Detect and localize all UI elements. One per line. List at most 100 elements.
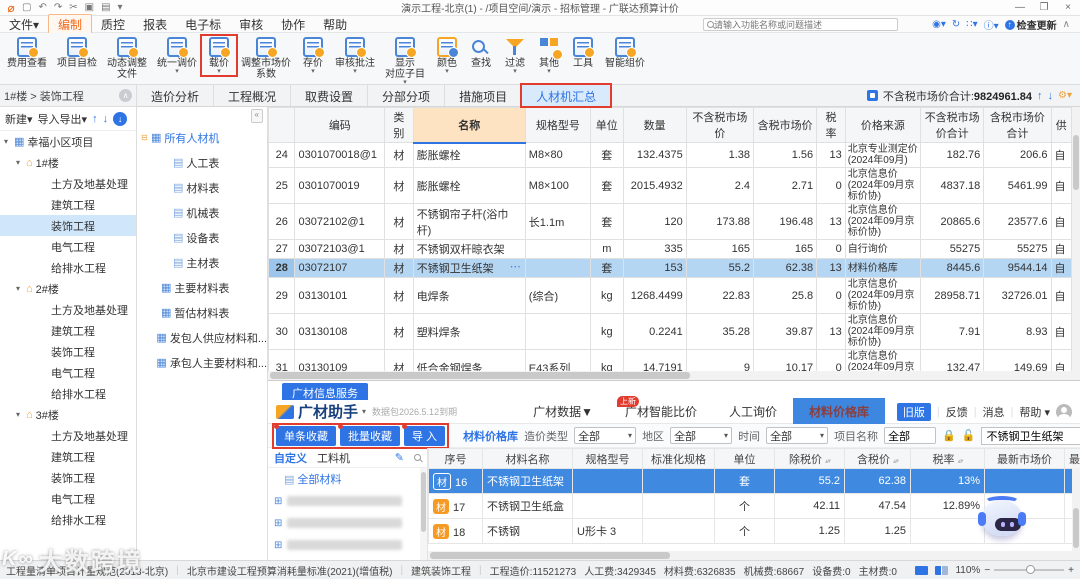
column-header[interactable]: 最新市场价 xyxy=(984,448,1065,469)
info-icon[interactable]: ⓘ▾ xyxy=(984,17,999,32)
project-tree-item[interactable]: 电气工程 xyxy=(0,362,136,383)
assistant-tab[interactable]: 人工询价 xyxy=(713,398,793,425)
function-search-input[interactable] xyxy=(714,19,894,30)
library-item[interactable]: ⊞ xyxy=(268,534,427,556)
worksheet-tab[interactable]: 造价分析 xyxy=(137,85,215,106)
summary-tree-item[interactable]: 暂估材料表 xyxy=(137,300,267,325)
edit-pencil-icon[interactable]: ✎ xyxy=(395,451,404,464)
summary-tree-item[interactable]: 主材表 xyxy=(137,250,267,275)
ribbon-button[interactable]: 其他 ▾ xyxy=(532,36,566,75)
material-row[interactable]: 27 03072103@1 材 不锈钢双杆晾衣架 m 335 165 165 0… xyxy=(268,239,1073,259)
column-header[interactable]: 含税市场价 xyxy=(752,107,818,143)
help-link[interactable]: 帮助 ▾ xyxy=(1019,404,1050,420)
ribbon-button[interactable]: 项目自检 xyxy=(52,36,102,70)
column-header[interactable]: 除税价 ▴▾ xyxy=(774,448,845,469)
check-update-button[interactable]: ↑ 检查更新 xyxy=(1004,17,1057,32)
menu-item[interactable]: 质控 xyxy=(92,15,134,34)
collect-single-button[interactable]: 单条收藏 xyxy=(274,423,336,446)
material-row[interactable]: 29 03130101 材 电焊条 (综合) kg 1268.4499 22.8… xyxy=(268,277,1073,314)
column-header[interactable] xyxy=(268,107,296,143)
sync-icon[interactable]: ↻ xyxy=(952,19,960,30)
worksheet-tab[interactable]: 分部分项 xyxy=(368,85,446,106)
project-tree-item[interactable]: 装饰工程 xyxy=(0,215,136,236)
ribbon-button[interactable]: 查找 xyxy=(464,36,498,70)
assistant-tab[interactable]: 上新 广材智能比价 xyxy=(609,396,713,425)
panel-collapse-icon[interactable]: ∧ xyxy=(119,89,132,102)
gc-info-service-tab[interactable]: 广材信息服务 xyxy=(282,383,368,400)
material-row[interactable]: 30 03130108 材 塑料焊条 kg 0.2241 35.28 39.87… xyxy=(268,313,1073,350)
column-header[interactable]: 规格型号 xyxy=(572,448,643,469)
column-header[interactable]: 最新 xyxy=(1064,448,1080,469)
import-button[interactable]: 导 入 xyxy=(401,423,446,446)
ribbon-button[interactable]: 颜色 ▾ xyxy=(430,36,464,75)
menu-item[interactable]: 帮助 xyxy=(314,15,356,34)
download-icon[interactable]: ↓ xyxy=(113,111,128,126)
region-select[interactable]: 全部 xyxy=(670,427,733,444)
price-row[interactable]: 材 16 不锈钢卫生纸架 套 55.2 62.38 13% xyxy=(428,468,1080,494)
zoom-slider-track[interactable] xyxy=(994,565,1065,574)
column-header[interactable]: 名称 xyxy=(412,107,526,144)
column-header[interactable]: 不含税市场价合计 xyxy=(920,107,985,143)
column-header[interactable]: 编码 xyxy=(294,107,386,143)
library-item[interactable]: ⊞ xyxy=(268,490,427,512)
project-tree-item[interactable]: 给排水工程 xyxy=(0,509,136,530)
unlock-icon[interactable]: 🔓 xyxy=(962,429,976,442)
project-tree-item[interactable]: ▾ 3#楼 xyxy=(0,404,136,425)
column-header[interactable]: 单位 xyxy=(589,107,624,143)
more-icon[interactable]: ⋯ xyxy=(510,260,522,273)
tab-custom[interactable]: 自定义 xyxy=(274,450,307,466)
ribbon-button[interactable]: 载价 ▾ xyxy=(200,34,238,77)
sort-icon[interactable]: ▴▾ xyxy=(893,458,899,465)
worksheet-tab[interactable]: 工程概况 xyxy=(214,85,292,106)
minimize-button[interactable]: — xyxy=(1008,2,1032,13)
column-header[interactable]: 类别 xyxy=(384,107,414,143)
project-tree-item[interactable]: ▾ 1#楼 xyxy=(0,152,136,173)
column-header[interactable]: 价格来源 xyxy=(844,107,922,143)
close-button[interactable]: × xyxy=(1056,2,1080,13)
redo-icon[interactable]: ↷ xyxy=(54,2,62,13)
summary-tree-item[interactable]: 机械表 xyxy=(137,200,267,225)
horizontal-scrollbar[interactable] xyxy=(428,551,1072,560)
summary-tree-item[interactable]: 发包人供应材料和... xyxy=(137,325,267,350)
next-icon[interactable]: ↓ xyxy=(1048,90,1054,102)
summary-tree-item[interactable]: 人工表 xyxy=(137,150,267,175)
project-tree-item[interactable]: 装饰工程 xyxy=(0,341,136,362)
library-item[interactable]: ⊞ xyxy=(268,512,427,534)
gc-assistant-brand[interactable]: 广材助手 ▾ xyxy=(276,401,366,422)
column-header[interactable]: 规格型号 xyxy=(524,107,591,143)
project-tree-item[interactable]: 建筑工程 xyxy=(0,446,136,467)
menu-item[interactable]: 协作 xyxy=(272,15,314,34)
time-select[interactable]: 全部 xyxy=(766,427,829,444)
settings-gear-icon[interactable]: ⚙▾ xyxy=(1058,90,1072,101)
column-header[interactable]: 序号 xyxy=(428,448,483,469)
material-row[interactable]: 24 0301070018@1 材 膨胀螺栓 M8×80 套 132.4375 … xyxy=(268,142,1073,168)
menu-item[interactable]: 审核 xyxy=(230,15,272,34)
undo-icon[interactable]: ↶ xyxy=(38,2,46,13)
library-item[interactable]: 全部材料 xyxy=(268,468,427,490)
assistant-tab[interactable]: 材料价格库 xyxy=(793,398,886,425)
column-header[interactable]: 含税价 ▴▾ xyxy=(844,448,911,469)
cost-type-select[interactable]: 全部 xyxy=(574,427,637,444)
column-header[interactable]: 供 xyxy=(1050,107,1073,143)
summary-tree-item[interactable]: 设备表 xyxy=(137,225,267,250)
layout-split-icon[interactable] xyxy=(935,565,949,575)
function-search-box[interactable] xyxy=(703,18,898,31)
menu-item[interactable]: 编制 xyxy=(48,13,93,35)
user-icon[interactable]: ◉▾ xyxy=(932,19,946,30)
prev-icon[interactable]: ↑ xyxy=(1037,90,1043,102)
project-tree-item[interactable]: 装饰工程 xyxy=(0,467,136,488)
project-tree-item[interactable]: 建筑工程 xyxy=(0,194,136,215)
ribbon-button[interactable]: 过滤 ▾ xyxy=(498,36,532,75)
tab-labor-material-machine[interactable]: 工料机 xyxy=(317,450,350,466)
ribbon-button[interactable]: 调整市场价 系数 xyxy=(236,36,296,81)
new-button[interactable]: 新建▾ xyxy=(5,111,33,127)
project-tree-item[interactable]: 土方及地基处理 xyxy=(0,425,136,446)
menu-item[interactable]: 文件▾ xyxy=(0,15,48,34)
cut-icon[interactable]: ✂ xyxy=(69,2,77,13)
worksheet-tab[interactable]: 措施项目 xyxy=(445,85,523,106)
zoom-out-icon[interactable]: − xyxy=(984,565,990,576)
summary-tree-item[interactable]: 承包人主要材料和... xyxy=(137,350,267,375)
project-tree-item[interactable]: 给排水工程 xyxy=(0,257,136,278)
lock-icon[interactable]: 🔒 xyxy=(942,429,956,442)
ribbon-button[interactable]: 动态调整 文件 xyxy=(102,36,152,81)
